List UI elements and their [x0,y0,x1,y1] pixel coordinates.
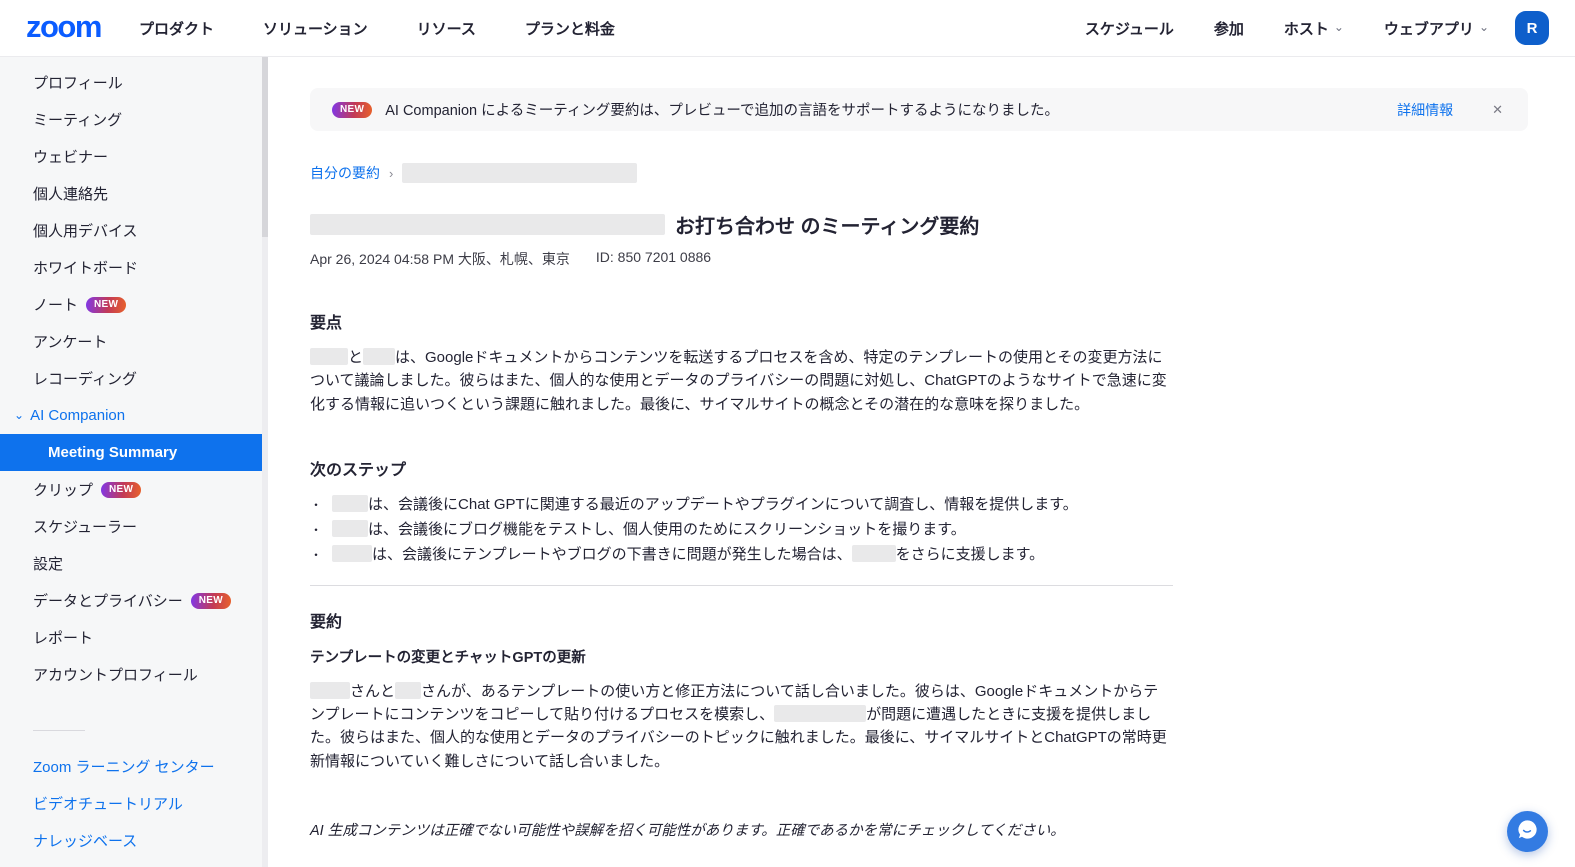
key-points-text: とは、Googleドキュメントからコンテンツを転送するプロセスを含め、特定のテン… [310,346,1173,416]
recap-text: さんとさんが、あるテンプレートの使い方と修正方法について話し合いました。彼らは、… [310,680,1173,773]
sidebar-item-clips[interactable]: クリップ NEW [0,471,262,508]
new-badge: NEW [191,593,231,609]
sidebar-item-reports[interactable]: レポート [0,619,262,656]
new-badge: NEW [86,297,126,313]
main-content: NEW AI Companion によるミーティング要約は、プレビューで追加の言… [268,57,1575,867]
key-points-heading: 要点 [310,309,1173,333]
nav-products[interactable]: プロダクト [139,18,214,39]
redacted-meeting-name [402,163,637,183]
nav-resources[interactable]: リソース [417,18,476,39]
close-icon[interactable]: ✕ [1492,102,1503,118]
chevron-down-icon: ⌄ [14,408,24,422]
redacted-title-prefix [310,214,665,235]
top-navigation-bar: zoom プロダクト ソリューション リソース プランと料金 スケジュール 参加… [0,0,1575,57]
sidebar-item-profile[interactable]: プロフィール [0,64,262,101]
next-steps-list: ・は、会議後にChat GPTに関連する最近のアップデートやプラグインについて調… [310,494,1173,565]
summary-body: 要点 とは、Googleドキュメントからコンテンツを転送するプロセスを含め、特定… [310,309,1173,867]
account-nav: スケジュール 参加 ホスト ⌄ ウェブアプリ ⌄ [1085,18,1489,39]
sidebar-item-notes[interactable]: ノート NEW [0,286,262,323]
redacted-name [395,682,421,699]
redacted-name [310,348,348,365]
breadcrumb-my-summaries[interactable]: 自分の要約 [310,163,380,183]
announcement-banner: NEW AI Companion によるミーティング要約は、プレビューで追加の言… [310,88,1528,131]
sidebar-group-ai-companion[interactable]: ⌄ AI Companion [0,397,262,434]
sidebar-link-video-tutorials[interactable]: ビデオチュートリアル [0,785,262,822]
chevron-down-icon: ⌄ [1479,20,1489,34]
breadcrumb: 自分の要約 › [310,163,1575,183]
sidebar-navigation: プロフィール ミーティング ウェビナー 個人連絡先 個人用デバイス ホワイトボー… [0,57,262,867]
nav-host-dropdown[interactable]: ホスト ⌄ [1284,18,1344,39]
meeting-id: ID: 850 7201 0886 [596,249,711,269]
sidebar-item-meetings[interactable]: ミーティング [0,101,262,138]
summary-title-row: お打ち合わせ のミーティング要約 [310,210,1575,239]
chat-bubble-icon [1516,818,1539,846]
redacted-name [310,682,350,699]
redacted-name [774,705,866,722]
sidebar-item-settings[interactable]: 設定 [0,545,262,582]
section-divider [310,585,1173,586]
nav-schedule[interactable]: スケジュール [1085,18,1174,39]
sidebar-link-learning-center[interactable]: Zoom ラーニング センター [0,748,262,785]
primary-nav: プロダクト ソリューション リソース プランと料金 [139,18,615,39]
nav-webapp-dropdown[interactable]: ウェブアプリ ⌄ [1384,18,1489,39]
nav-webapp-label: ウェブアプリ [1384,18,1474,39]
sidebar-item-surveys[interactable]: アンケート [0,323,262,360]
list-item: ・は、会議後にブログ機能をテストし、個人使用のためにスクリーンショットを撮ります… [310,519,1173,540]
sidebar-item-whiteboard[interactable]: ホワイトボード [0,249,262,286]
nav-solutions[interactable]: ソリューション [263,18,368,39]
redacted-name [332,520,368,537]
redacted-name [332,545,372,562]
list-item: ・は、会議後にChat GPTに関連する最近のアップデートやプラグインについて調… [310,494,1173,515]
sidebar-link-knowledge-base[interactable]: ナレッジベース [0,822,262,859]
zoom-logo[interactable]: zoom [26,11,101,46]
ai-disclaimer: AI 生成コンテンツは正確でない可能性や誤解を招く可能性があります。正確であるか… [310,819,1173,840]
nav-host-label: ホスト [1284,18,1329,39]
bullet-icon: ・ [310,548,322,562]
new-badge: NEW [101,482,141,498]
bullet-icon: ・ [310,523,322,537]
sidebar-item-recordings[interactable]: レコーディング [0,360,262,397]
page-title: お打ち合わせ のミーティング要約 [675,210,979,239]
list-item: ・は、会議後にテンプレートやブログの下書きに問題が発生した場合は、をさらに支援し… [310,544,1173,565]
sidebar-item-webinars[interactable]: ウェビナー [0,138,262,175]
redacted-name [852,545,896,562]
zoom-web-portal: zoom プロダクト ソリューション リソース プランと料金 スケジュール 参加… [0,0,1575,867]
next-steps-heading: 次のステップ [310,456,1173,480]
recap-heading: 要約 [310,608,1173,632]
meeting-datetime: Apr 26, 2024 04:58 PM 大阪、札幌、東京 [310,249,570,269]
sidebar-divider [33,730,85,731]
sidebar-item-meeting-summary[interactable]: Meeting Summary [0,434,262,471]
chevron-down-icon: ⌄ [1334,20,1344,34]
sidebar-item-data-privacy[interactable]: データとプライバシー NEW [0,582,262,619]
sidebar-item-contacts[interactable]: 個人連絡先 [0,175,262,212]
user-avatar[interactable]: R [1515,11,1549,45]
banner-message: AI Companion によるミーティング要約は、プレビューで追加の言語をサポ… [385,99,1384,120]
nav-plans-pricing[interactable]: プランと料金 [525,18,615,39]
chevron-right-icon: › [389,166,393,181]
redacted-name [363,348,395,365]
bullet-icon: ・ [310,498,322,512]
recap-subheading: テンプレートの変更とチャットGPTの更新 [310,646,1173,667]
chat-support-fab[interactable] [1507,811,1548,852]
learn-more-link[interactable]: 詳細情報 [1397,100,1453,120]
sidebar-item-devices[interactable]: 個人用デバイス [0,212,262,249]
sidebar-item-scheduler[interactable]: スケジューラー [0,508,262,545]
meeting-meta: Apr 26, 2024 04:58 PM 大阪、札幌、東京 ID: 850 7… [310,249,1575,269]
sidebar-item-account-profile[interactable]: アカウントプロフィール [0,656,262,693]
nav-join[interactable]: 参加 [1214,18,1244,39]
redacted-name [332,495,368,512]
new-badge: NEW [332,102,372,118]
